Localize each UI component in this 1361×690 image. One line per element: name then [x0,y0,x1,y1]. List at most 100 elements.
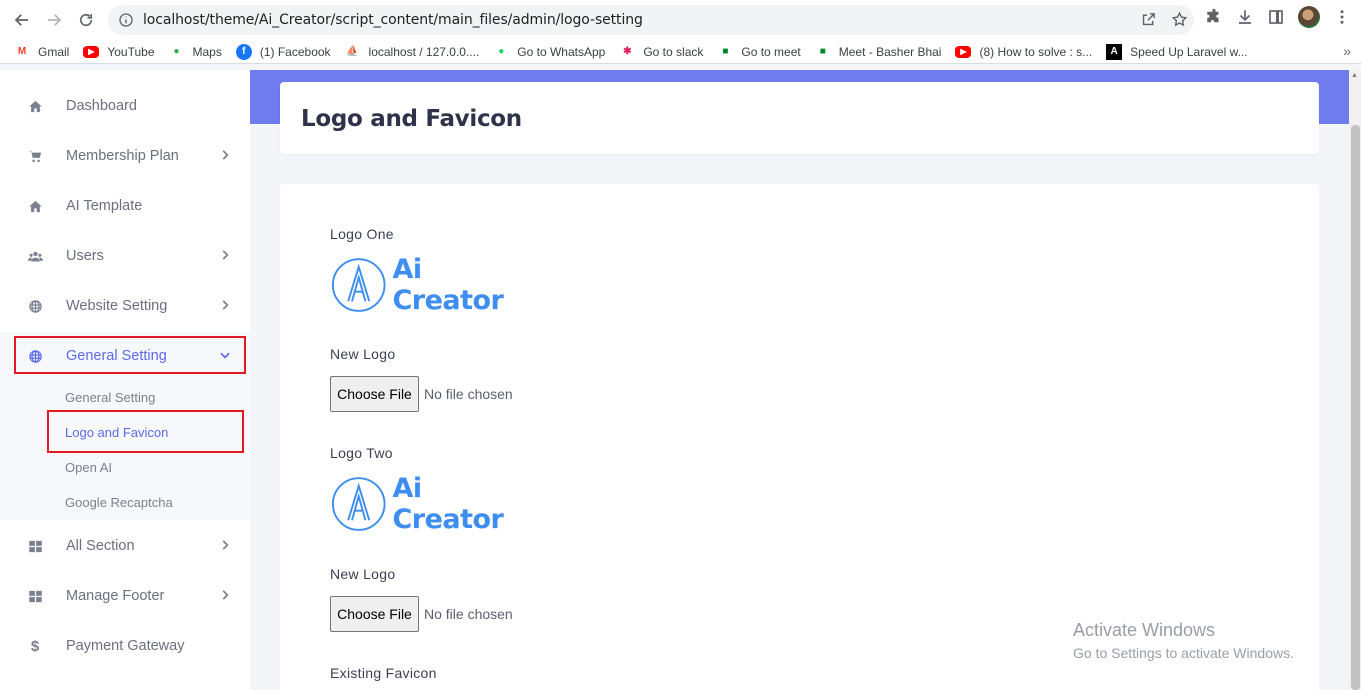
download-icon[interactable] [1236,8,1254,26]
submenu-item-google-recaptcha[interactable]: Google Recaptcha [65,495,173,510]
new-logo-label: New Logo [330,346,396,362]
bookmark-label: Gmail [38,44,70,59]
grid-icon [25,586,45,606]
chevron-right-icon [222,250,229,260]
menu-dots-icon[interactable] [1333,8,1351,26]
url-text: localhost/theme/Ai_Creator/script_conten… [143,12,643,28]
globe-icon [25,296,45,316]
whatsapp-icon: ● [498,46,505,57]
scrollbar-thumb[interactable] [1351,125,1360,690]
file-status-text: No file chosen [424,606,513,622]
home-icon [25,96,45,116]
bookmark-label: Maps [192,44,222,59]
watermark-title: Activate Windows [1073,620,1216,640]
bookmark-item[interactable]: ▶ YouTube [83,45,155,59]
new-logo-label: New Logo [330,566,396,582]
slack-icon: ✱ [623,46,632,57]
scroll-up-arrow[interactable]: ▲ [1351,72,1358,79]
bookmark-item[interactable]: f (1) Facebook [235,43,331,60]
submenu-item-open-ai[interactable]: Open AI [65,460,112,475]
maps-icon: ● [173,46,180,57]
meet-icon: ■ [722,46,729,57]
bookmark-label: Go to WhatsApp [517,44,606,59]
bookmark-item[interactable]: ⛵ localhost / 127.0.0.... [345,44,480,60]
sidebar-item-label: AI Template [66,198,143,214]
grid-icon [25,536,45,556]
logo-one-file-input[interactable]: Choose File No file chosen [330,376,513,412]
choose-file-button[interactable]: Choose File [330,596,419,632]
logo-two-image: Ai Creator [330,473,540,535]
bookmarks-overflow-icon[interactable]: » [1343,43,1351,59]
avatar[interactable] [1298,6,1320,28]
bookmark-item[interactable]: ● Go to WhatsApp [493,44,605,60]
sidebar-item-ai-template[interactable]: AI Template [0,181,250,231]
logo-one-image: Ai Creator [330,254,540,316]
windows-activation-watermark: Activate Windows Go to Settings to activ… [1073,620,1294,661]
bookmark-item[interactable]: ■ Go to meet [717,44,800,60]
existing-favicon-label: Existing Favicon [330,665,437,681]
chevron-right-icon [222,590,229,600]
home-icon [25,196,45,216]
sidebar-item-dashboard[interactable]: Dashboard [0,81,250,131]
choose-file-button[interactable]: Choose File [330,376,419,412]
page-title: Logo and Favicon [301,106,522,132]
meet-icon: ■ [819,46,826,57]
brand-text: Ai Creator [392,254,504,316]
highlight-box [47,410,244,453]
sidebar-item-label: Membership Plan [66,148,179,164]
bookmark-item[interactable]: ✱ Go to slack [619,44,703,60]
sidebar-item-membership-plan[interactable]: Membership Plan [0,131,250,181]
bookmark-item[interactable]: ● Maps [169,44,222,60]
youtube-icon: ▶ [83,45,100,58]
bookmarks-bar: M Gmail ▶ YouTube ● Maps f (1) Facebook ⛵ localho… [0,40,1361,64]
gmail-icon: M [17,46,27,57]
bookmark-item[interactable]: M Gmail [14,44,70,60]
reload-button[interactable] [70,4,102,36]
sidebar-item-users[interactable]: Users [0,231,250,281]
extensions-icon[interactable] [1205,8,1223,26]
sidebar-item-all-section[interactable]: All Section [0,521,250,571]
back-button[interactable] [6,4,38,36]
logo-one-label: Logo One [330,226,394,242]
watermark-subtitle: Go to Settings to activate Windows. [1073,645,1294,661]
sidebar-item-label: Manage Footer [66,588,165,604]
ai-creator-logo-icon [331,477,386,531]
chevron-right-icon [222,540,229,550]
sidebar-item-label: Payment Gateway [66,638,185,654]
sidebar-item-label: Website Setting [66,298,168,314]
submenu-item-general-setting[interactable]: General Setting [65,390,155,405]
arrow-right-icon [48,14,62,26]
logo-two-file-input[interactable]: Choose File No file chosen [330,596,513,632]
bookmark-item[interactable]: A Speed Up Laravel w... [1106,43,1248,60]
sidebar-item-manage-footer[interactable]: Manage Footer [0,571,250,621]
arrow-left-icon [14,14,28,26]
file-status-text: No file chosen [424,386,513,402]
sidebar-item-label: Users [66,248,104,264]
info-icon [119,13,133,27]
dollar-icon: $ [30,637,40,655]
brand-text: Ai Creator [392,473,504,535]
star-icon[interactable] [1171,11,1188,28]
address-bar[interactable]: localhost/theme/Ai_Creator/script_conten… [108,5,1194,35]
bookmark-label: localhost / 127.0.0.... [368,44,480,59]
forward-button[interactable] [38,4,70,36]
reload-icon [79,13,93,27]
bookmark-item[interactable]: ■ Meet - Basher Bhai [815,44,942,60]
laravel-icon: A [1106,43,1123,60]
bookmark-label: Meet - Basher Bhai [838,44,942,59]
ai-creator-logo-icon [331,258,386,312]
share-icon[interactable] [1140,11,1157,28]
sidebar-item-payment-gateway[interactable]: $ Payment Gateway [0,621,250,671]
bookmark-label: (1) Facebook [259,44,331,59]
phpmyadmin-icon: ⛵ [346,46,359,57]
cart-icon [25,146,45,166]
sidebar-item-website-setting[interactable]: Website Setting [0,281,250,331]
bookmark-item[interactable]: ▶ (8) How to solve : s... [955,45,1092,59]
bookmark-label: Speed Up Laravel w... [1130,44,1248,59]
sidebar-item-label: Dashboard [66,98,137,114]
side-panel-icon[interactable] [1267,8,1285,26]
youtube-icon: ▶ [955,45,972,58]
highlight-box [14,336,246,374]
bookmark-label: Go to slack [643,44,704,59]
logo-two-label: Logo Two [330,445,393,461]
